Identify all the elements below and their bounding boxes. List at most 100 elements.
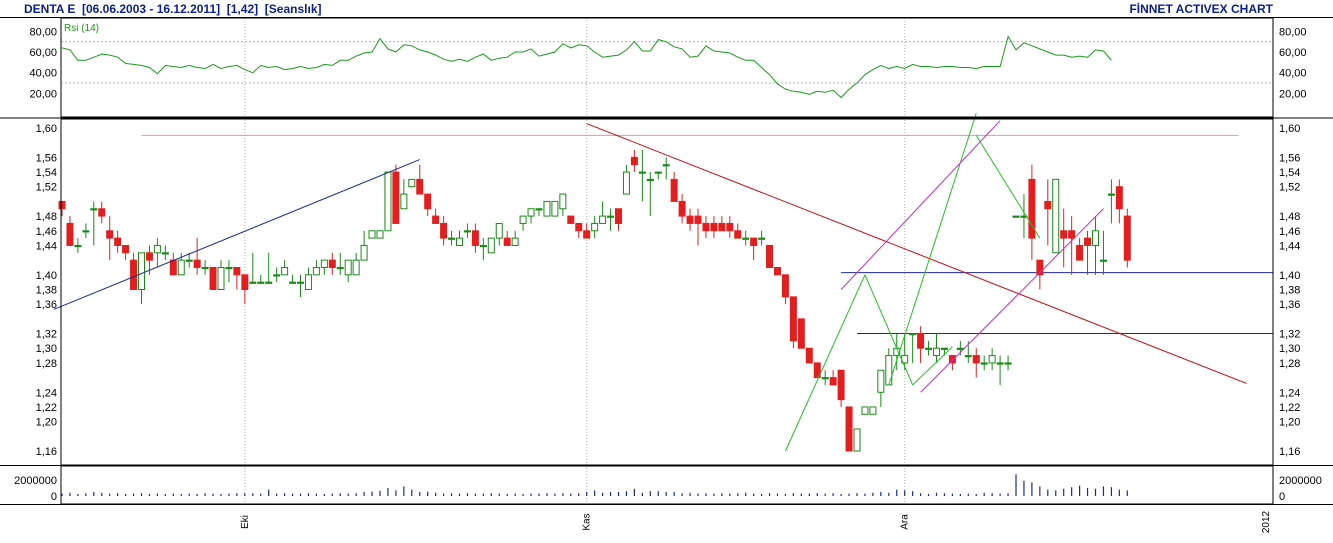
candle-body bbox=[964, 355, 972, 358]
candle-body bbox=[519, 215, 527, 224]
price-y-tick-left: 1,44 bbox=[36, 240, 57, 252]
price-y-tick-right: 1,48 bbox=[1279, 211, 1300, 223]
candle-body bbox=[297, 281, 304, 284]
candle-body bbox=[774, 266, 781, 276]
price-y-tick-right: 1,54 bbox=[1279, 167, 1300, 179]
candle-body bbox=[599, 215, 607, 224]
candle-body bbox=[106, 230, 114, 239]
price-y-tick-right: 1,24 bbox=[1279, 387, 1300, 399]
candle-body bbox=[559, 193, 567, 210]
rsi-y-tick-right: 60,00 bbox=[1279, 47, 1307, 59]
candle-body bbox=[265, 281, 273, 284]
candle-body bbox=[933, 347, 940, 357]
x-tick-label: 2012 bbox=[1261, 510, 1272, 533]
candle-body bbox=[853, 428, 861, 452]
candle-body bbox=[678, 200, 686, 217]
rsi-y-tick-right: 20,00 bbox=[1279, 88, 1307, 100]
candle-body bbox=[1115, 186, 1123, 210]
trend-line bbox=[586, 123, 1247, 384]
candle-body bbox=[360, 244, 368, 261]
candle-body bbox=[869, 406, 877, 415]
candle-body bbox=[1060, 230, 1068, 239]
candle-body bbox=[114, 237, 122, 246]
candle-body bbox=[1123, 215, 1131, 261]
candle-body bbox=[861, 406, 869, 415]
candle-body bbox=[917, 333, 925, 349]
candle-body bbox=[376, 230, 384, 239]
candle-body bbox=[980, 362, 988, 365]
volume-y-tick-right: 2000000 bbox=[1279, 475, 1322, 487]
candle-body bbox=[384, 171, 392, 232]
candle-body bbox=[591, 222, 599, 232]
volume-y-tick-right: 0 bbox=[1279, 491, 1285, 503]
price-y-tick-left: 1,52 bbox=[36, 182, 57, 194]
price-y-tick-right: 1,20 bbox=[1279, 417, 1300, 429]
candle-body bbox=[424, 193, 432, 210]
candle-body bbox=[1004, 362, 1012, 365]
candle-body bbox=[1084, 237, 1092, 246]
candle-body bbox=[1076, 244, 1084, 261]
candle-body bbox=[607, 215, 615, 218]
candle-body bbox=[440, 222, 448, 239]
price-y-tick-right: 1,28 bbox=[1279, 358, 1300, 370]
candle-body bbox=[344, 259, 352, 276]
candle-body bbox=[66, 222, 74, 246]
x-tick-label: Ara bbox=[900, 514, 911, 530]
candle-body bbox=[185, 259, 193, 262]
candle-body bbox=[511, 237, 519, 246]
candle-body bbox=[1092, 230, 1099, 246]
candle-body bbox=[654, 171, 662, 174]
candle-body bbox=[400, 193, 408, 210]
candle-body bbox=[233, 266, 241, 276]
candle-body bbox=[956, 347, 964, 350]
candle-body bbox=[416, 178, 424, 195]
candle-body bbox=[567, 215, 575, 224]
candle-body bbox=[368, 230, 376, 239]
candle-body bbox=[622, 171, 630, 195]
candle-body bbox=[885, 355, 893, 386]
candle-body bbox=[217, 266, 225, 290]
x-tick-label: Eki bbox=[240, 515, 251, 529]
candle-body bbox=[718, 222, 726, 232]
price-y-tick-left: 1,54 bbox=[36, 167, 57, 179]
candle-body bbox=[304, 274, 312, 290]
candle-body bbox=[241, 274, 249, 290]
price-y-tick-right: 1,46 bbox=[1279, 226, 1300, 238]
rsi-y-tick-right: 40,00 bbox=[1279, 68, 1307, 80]
candle-body bbox=[758, 237, 766, 240]
price-y-tick-left: 1,16 bbox=[36, 446, 57, 458]
candle-body bbox=[638, 171, 646, 174]
price-y-tick-left: 1,40 bbox=[36, 270, 57, 282]
candle-body bbox=[646, 178, 654, 182]
candle-body bbox=[408, 178, 416, 188]
price-y-tick-left: 1,20 bbox=[36, 417, 57, 429]
price-y-tick-left: 1,24 bbox=[36, 387, 57, 399]
candle-body bbox=[130, 259, 138, 290]
rsi-y-tick-left: 20,00 bbox=[29, 88, 57, 100]
trend-line bbox=[784, 274, 866, 452]
rsi-panel: Rsi (14) bbox=[61, 23, 1273, 99]
candle-body bbox=[972, 355, 980, 364]
rsi-y-tick-left: 40,00 bbox=[29, 68, 57, 80]
price-y-tick-left: 1,30 bbox=[36, 343, 57, 355]
candle-body bbox=[328, 259, 336, 268]
trend-line bbox=[840, 120, 1001, 290]
candle-body bbox=[1068, 230, 1076, 239]
price-y-tick-left: 1,36 bbox=[36, 299, 57, 311]
candle-body bbox=[1099, 259, 1107, 262]
candle-body bbox=[527, 208, 535, 217]
candle-body bbox=[829, 377, 837, 386]
candle-body bbox=[58, 200, 66, 210]
candle-body bbox=[686, 215, 694, 224]
price-y-tick-right: 1,44 bbox=[1279, 240, 1300, 252]
price-y-tick-right: 1,30 bbox=[1279, 343, 1300, 355]
trend-line bbox=[888, 113, 977, 386]
candle-body bbox=[742, 237, 750, 240]
candle-body bbox=[996, 362, 1004, 365]
price-y-tick-right: 1,38 bbox=[1279, 285, 1300, 297]
candle-body bbox=[702, 222, 710, 232]
candle-body bbox=[145, 252, 153, 261]
candle-body bbox=[575, 222, 583, 232]
candle-body bbox=[543, 200, 551, 217]
candle-body bbox=[273, 274, 281, 277]
